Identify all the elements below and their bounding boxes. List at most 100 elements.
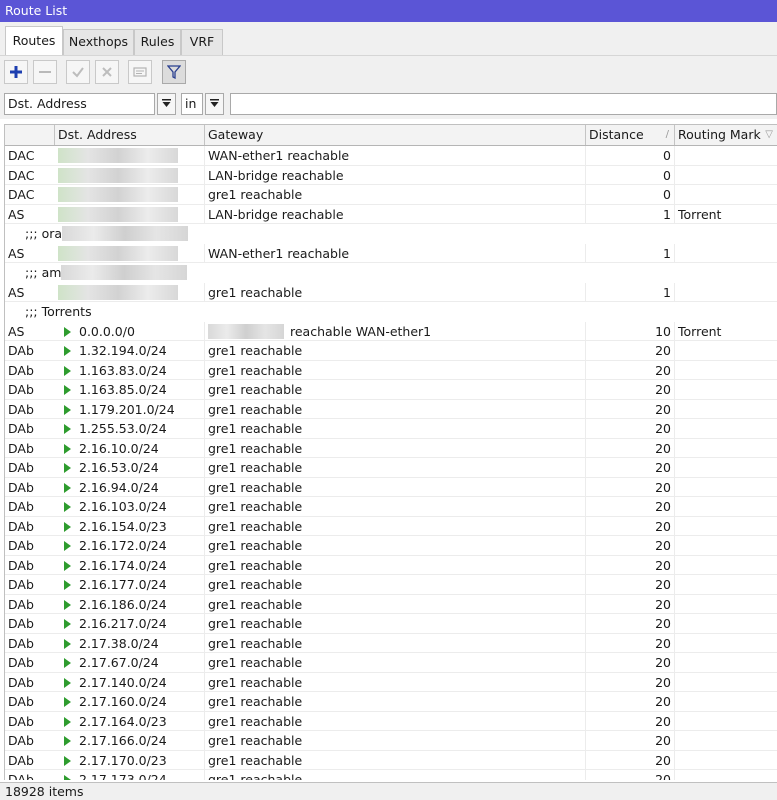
- table-row[interactable]: DAb 2.16.94.0/24 gre1 reachable 20: [5, 477, 777, 497]
- dst-address-text: 1.163.83.0/24: [79, 362, 167, 378]
- tab-rules[interactable]: Rules: [134, 29, 181, 55]
- dst-address-text: 2.16.154.0/23: [79, 518, 167, 534]
- table-row[interactable]: DAb 2.16.186.0/24 gre1 reachable 20: [5, 594, 777, 614]
- table-row[interactable]: DAb 2.17.160.0/24 gre1 reachable 20: [5, 692, 777, 712]
- sort-indicator: /: [665, 129, 669, 140]
- redacted-block: [58, 245, 178, 261]
- table-row[interactable]: AS 0.0.0.0/0 reachable WAN-ether1 10 Torrent: [5, 321, 777, 341]
- table-row[interactable]: DAb 1.179.201.0/24 gre1 reachable 20: [5, 399, 777, 419]
- cell-gateway: gre1 reachable: [205, 477, 586, 497]
- active-route-arrow-icon: [64, 580, 71, 590]
- table-row[interactable]: DAb 1.163.85.0/24 gre1 reachable 20: [5, 380, 777, 400]
- gateway-text: LAN-bridge reachable: [208, 167, 344, 183]
- table-row[interactable]: DAb 2.16.174.0/24 gre1 reachable 20: [5, 555, 777, 575]
- table-row[interactable]: DAb 2.16.154.0/23 gre1 reachable 20: [5, 516, 777, 536]
- table-row[interactable]: AS WAN-ether1 reachable 1: [5, 243, 777, 263]
- disable-button[interactable]: [95, 60, 119, 84]
- table-row[interactable]: DAC WAN-ether1 reachable 0: [5, 146, 777, 166]
- table-row[interactable]: DAb 2.17.38.0/24 gre1 reachable 20: [5, 633, 777, 653]
- dst-address-text: 2.16.186.0/24: [79, 596, 167, 612]
- cell-gateway: gre1 reachable: [205, 419, 586, 438]
- table-row[interactable]: DAb 2.16.217.0/24 gre1 reachable 20: [5, 614, 777, 634]
- cell-distance: 1: [586, 282, 675, 302]
- cell-routing-mark: [675, 653, 777, 672]
- table-row[interactable]: DAC gre1 reachable 0: [5, 185, 777, 205]
- cell-routing-mark: [675, 497, 777, 516]
- cell-flags: DAb: [8, 538, 34, 553]
- table-row[interactable]: DAb 2.16.103.0/24 gre1 reachable 20: [5, 497, 777, 517]
- remove-button[interactable]: [33, 60, 57, 84]
- table-row[interactable]: AS LAN-bridge reachable 1 Torrent: [5, 204, 777, 224]
- filter-operator-select[interactable]: in: [181, 93, 203, 115]
- column-header-dst-address[interactable]: Dst. Address: [55, 125, 205, 145]
- enable-button[interactable]: [66, 60, 90, 84]
- cell-flags: DAC: [8, 167, 35, 183]
- cell-distance: 20: [586, 516, 675, 536]
- gateway-text: reachable WAN-ether1: [290, 323, 432, 339]
- table-row[interactable]: DAb 2.16.10.0/24 gre1 reachable 20: [5, 438, 777, 458]
- table-row[interactable]: DAb 2.17.140.0/24 gre1 reachable 20: [5, 672, 777, 692]
- cell-routing-mark: Torrent: [678, 206, 722, 222]
- column-header-distance[interactable]: Distance /: [586, 125, 675, 145]
- cell-gateway: reachable WAN-ether1: [205, 321, 586, 341]
- cell-dst-address: 2.16.174.0/24: [55, 555, 205, 575]
- table-row[interactable]: DAb 1.32.194.0/24 gre1 reachable 20: [5, 341, 777, 361]
- column-label: Routing Mark: [678, 127, 761, 142]
- tab-vrf[interactable]: VRF: [181, 29, 223, 55]
- cell-routing-mark: [675, 536, 777, 555]
- cell-dst-address: 2.16.177.0/24: [55, 575, 205, 594]
- column-header-flags[interactable]: [5, 125, 55, 145]
- gateway-text: gre1 reachable: [208, 713, 303, 729]
- cell-flags: DAb: [8, 382, 34, 397]
- cell-dst-address: 2.17.38.0/24: [55, 633, 205, 653]
- cell-routing-mark: Torrent: [678, 323, 722, 339]
- cell-dst-address: 1.255.53.0/24: [55, 419, 205, 438]
- cell-dst-address: 2.17.166.0/24: [55, 731, 205, 750]
- comment-row[interactable]: ;;; am: [5, 263, 777, 283]
- table-row[interactable]: DAb 2.16.172.0/24 gre1 reachable 20: [5, 536, 777, 556]
- cell-distance: 20: [586, 477, 675, 497]
- cell-flags: DAb: [8, 343, 34, 358]
- filter-button[interactable]: [162, 60, 186, 84]
- cell-distance: 20: [586, 341, 675, 360]
- comment-button[interactable]: [128, 60, 152, 84]
- active-route-arrow-icon: [64, 443, 71, 454]
- active-route-arrow-icon: [64, 541, 71, 551]
- table-row[interactable]: DAb 2.16.53.0/24 gre1 reachable 20: [5, 458, 777, 478]
- comment-row[interactable]: ;;; ora: [5, 224, 777, 244]
- table-row[interactable]: DAb 1.255.53.0/24 gre1 reachable 20: [5, 419, 777, 439]
- gateway-text: gre1 reachable: [208, 752, 303, 768]
- filter-value-input[interactable]: [230, 93, 777, 115]
- cell-routing-mark: [675, 419, 777, 438]
- column-header-gateway[interactable]: Gateway: [205, 125, 586, 145]
- column-header-routing-mark[interactable]: Routing Mark ▽: [675, 125, 777, 145]
- table-row[interactable]: DAb 1.163.83.0/24 gre1 reachable 20: [5, 360, 777, 380]
- filter-operator-dropdown-button[interactable]: [205, 93, 224, 115]
- comment-row[interactable]: ;;; Torrents: [5, 302, 777, 322]
- tab-routes[interactable]: Routes: [5, 26, 63, 55]
- active-route-arrow-icon: [64, 755, 71, 766]
- gateway-text: gre1 reachable: [208, 557, 303, 573]
- table-row[interactable]: DAb 2.17.67.0/24 gre1 reachable 20: [5, 653, 777, 673]
- filter-field-dropdown-button[interactable]: [157, 93, 176, 115]
- redacted-block: [58, 148, 178, 163]
- table-row[interactable]: DAb 2.17.166.0/24 gre1 reachable 20: [5, 731, 777, 751]
- table-row[interactable]: DAC LAN-bridge reachable 0: [5, 165, 777, 185]
- redacted-block: [58, 187, 178, 202]
- comment-text: ;;; ora: [25, 226, 63, 241]
- gateway-text: gre1 reachable: [208, 674, 303, 690]
- table-row[interactable]: AS gre1 reachable 1: [5, 282, 777, 302]
- table-row[interactable]: DAb 2.17.164.0/23 gre1 reachable 20: [5, 711, 777, 731]
- gateway-text: WAN-ether1 reachable: [208, 148, 350, 163]
- table-row[interactable]: DAb 2.16.177.0/24 gre1 reachable 20: [5, 575, 777, 595]
- table-row[interactable]: DAb 2.17.173.0/24 gre1 reachable 20: [5, 770, 777, 780]
- cell-flags: DAb: [8, 557, 34, 573]
- tab-nexthops[interactable]: Nexthops: [63, 29, 134, 55]
- cell-distance: 20: [586, 458, 675, 477]
- filter-field-select[interactable]: Dst. Address: [4, 93, 155, 115]
- active-route-arrow-icon: [64, 619, 71, 629]
- active-route-arrow-icon: [64, 775, 71, 780]
- cell-flags: DAb: [8, 694, 34, 709]
- add-button[interactable]: [4, 60, 28, 84]
- table-row[interactable]: DAb 2.17.170.0/23 gre1 reachable 20: [5, 750, 777, 770]
